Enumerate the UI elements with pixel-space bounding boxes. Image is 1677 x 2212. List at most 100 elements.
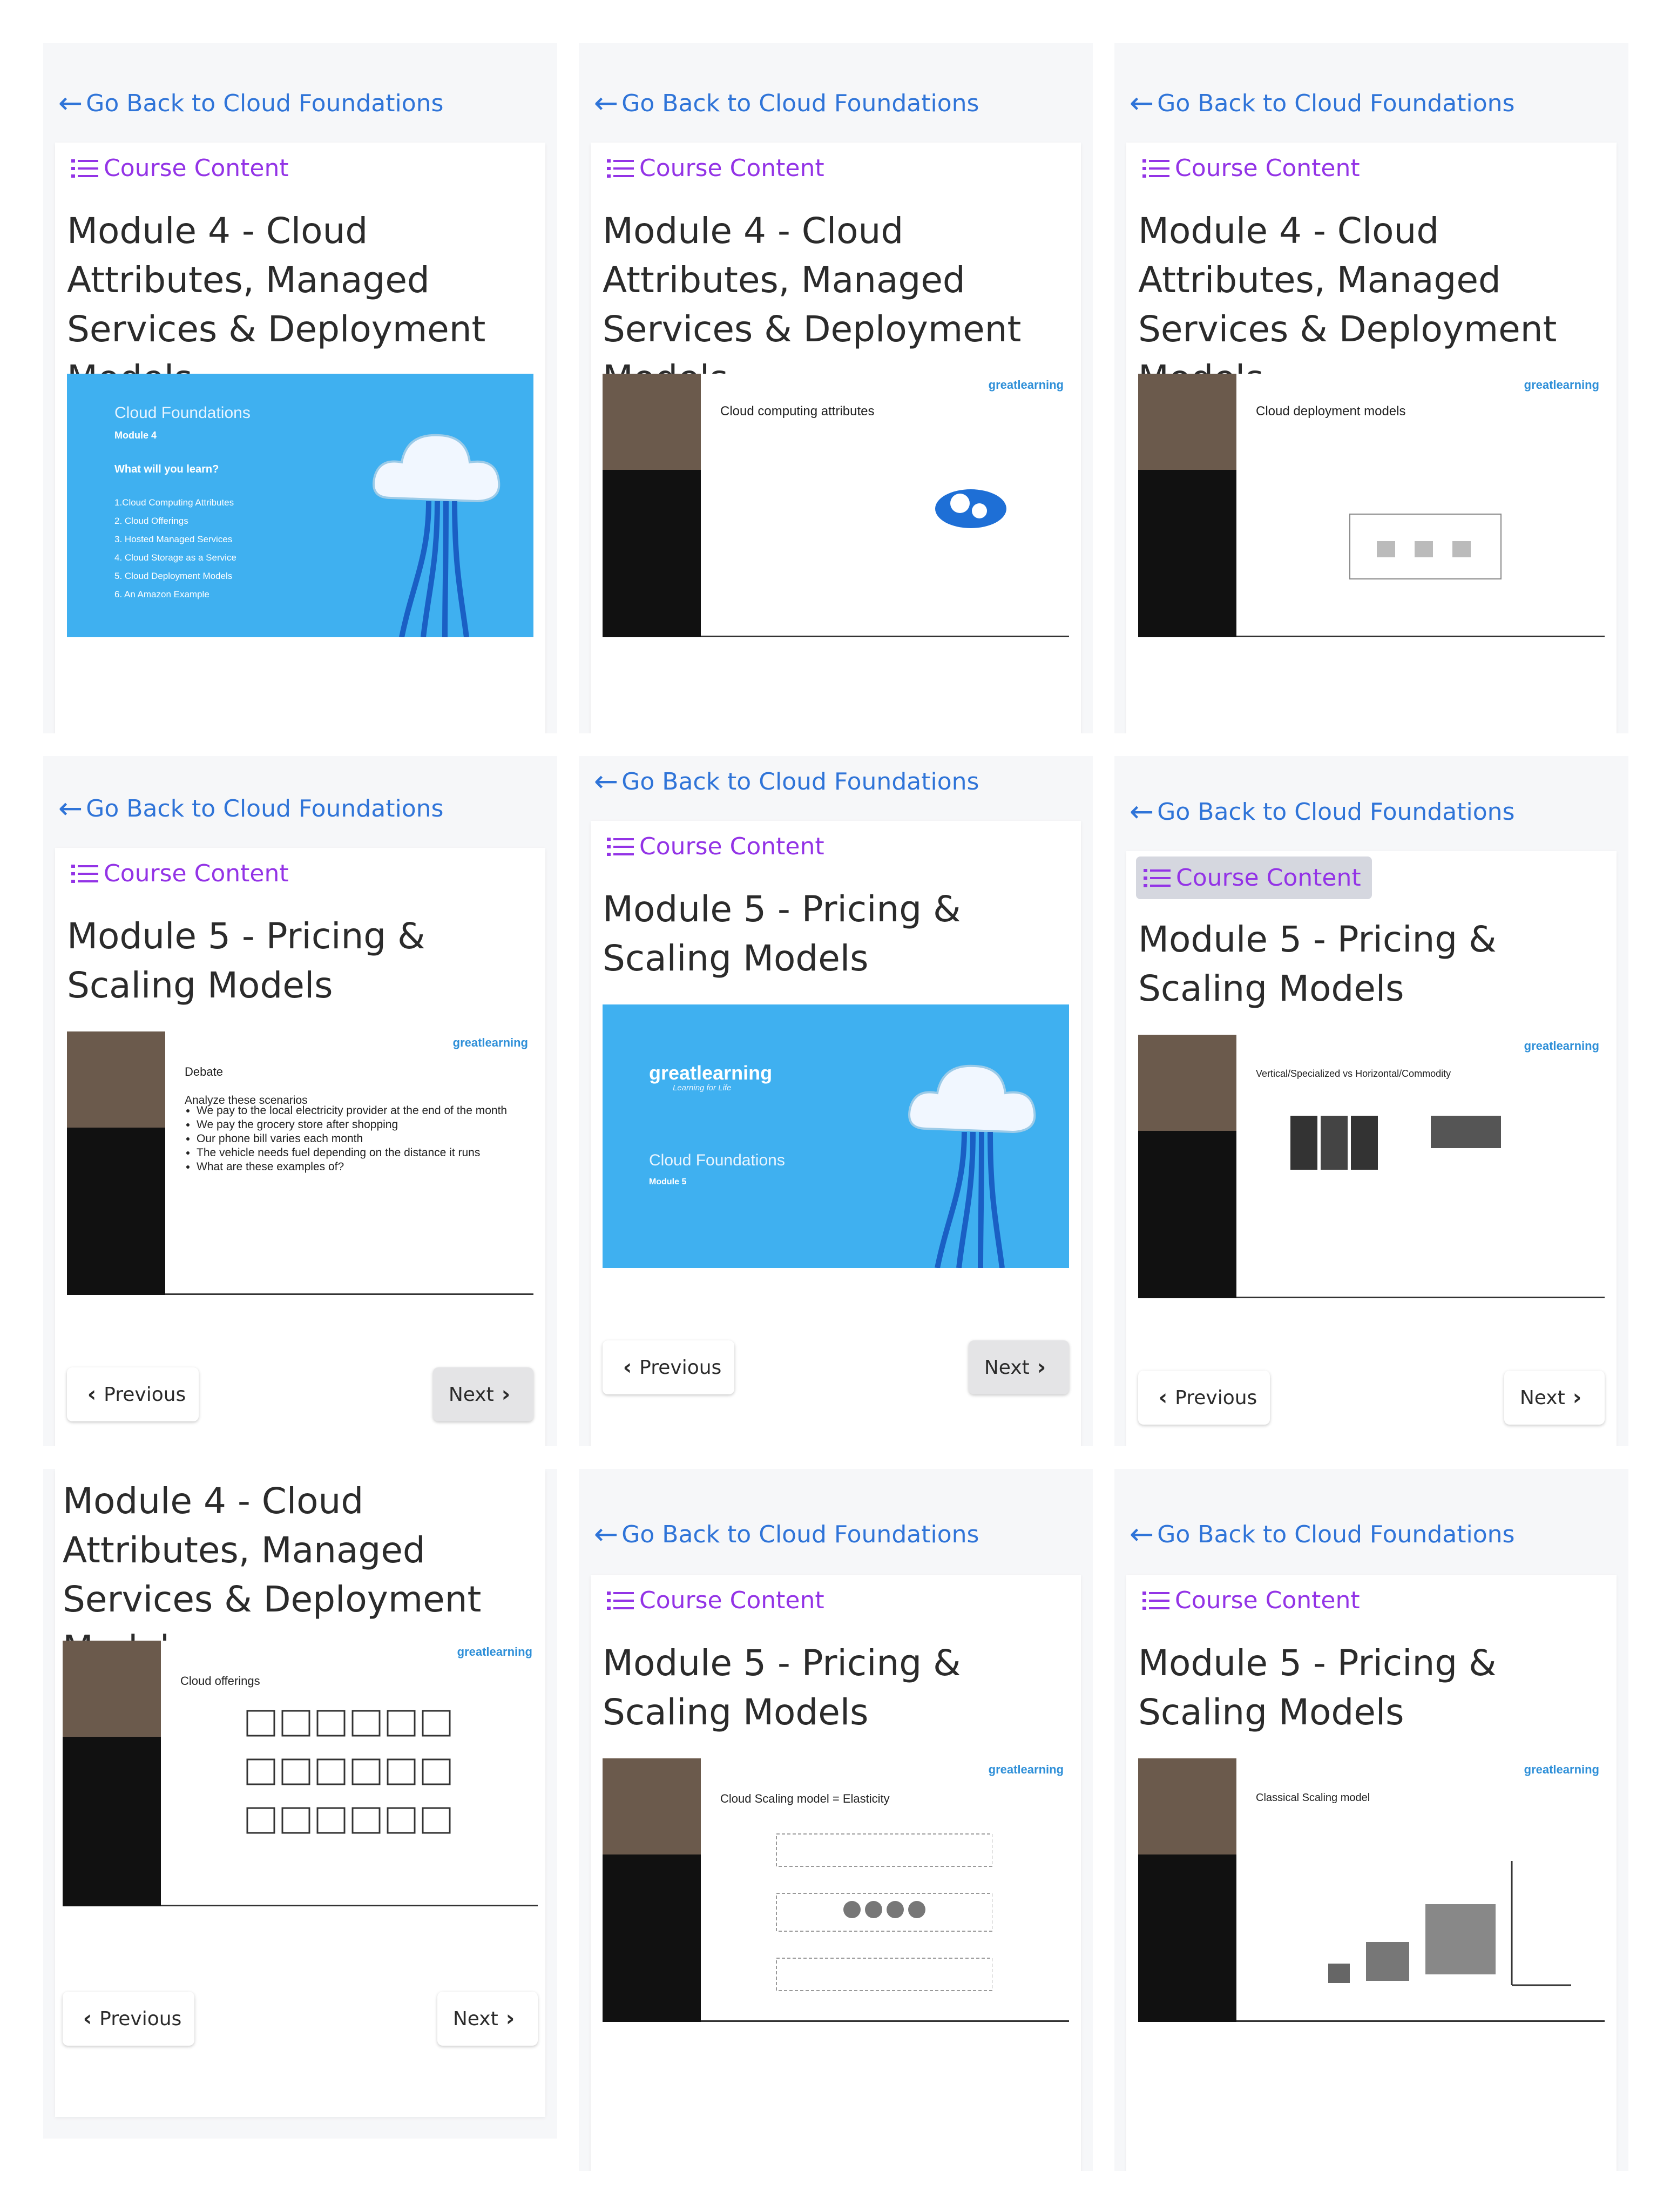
brand-logo: greatlearning <box>452 1036 528 1049</box>
panel-r1c2: ← Go Back to Cloud Foundations Course Con… <box>579 43 1093 733</box>
video-slide[interactable]: greatlearning Classical Scaling model <box>1138 1758 1605 2022</box>
previous-button[interactable]: ‹ Previous <box>63 1992 194 2046</box>
chevron-left-icon: ‹ <box>83 2006 92 2031</box>
go-back-link[interactable]: ← Go Back to Cloud Foundations <box>58 89 443 118</box>
next-button[interactable]: Next › <box>969 1340 1069 1394</box>
video-slide[interactable]: Cloud Foundations Module 4 What will you… <box>67 374 533 637</box>
video-slide[interactable]: greatlearning Learning for Life Cloud Fo… <box>603 1004 1069 1268</box>
module-title: Module 5 - Pricing & Scaling Models <box>603 1642 961 1733</box>
gears-icon <box>935 489 1006 528</box>
go-back-link[interactable]: ← Go Back to Cloud Foundations <box>594 1520 979 1549</box>
slide-body: greatlearning Cloud Scaling model = Elas… <box>701 1758 1069 2022</box>
chevron-right-icon: › <box>1037 1355 1046 1380</box>
video-slide[interactable]: greatlearning Debate Analyze these scena… <box>67 1031 533 1295</box>
course-content-button[interactable]: Course Content <box>605 1581 830 1620</box>
course-content-button[interactable]: Course Content <box>69 854 294 893</box>
course-content-button[interactable]: Course Content <box>1136 857 1372 899</box>
deployment-diagram <box>1349 514 1502 579</box>
topic-item: 6. An Amazon Example <box>114 589 209 599</box>
slide-bullets: We pay to the local electricity provider… <box>185 1104 520 1174</box>
previous-button[interactable]: ‹ Previous <box>67 1367 199 1421</box>
brand-logo: greatlearning <box>1524 1763 1599 1776</box>
brand-logo: greatlearning <box>457 1645 532 1658</box>
go-back-link[interactable]: ← Go Back to Cloud Foundations <box>1130 1520 1514 1549</box>
slide-body: greatlearning Vertical/Specialized vs Ho… <box>1236 1035 1605 1298</box>
arrow-left-icon: ← <box>594 764 619 798</box>
video-slide[interactable]: greatlearning Cloud computing attributes <box>603 374 1069 637</box>
course-card: Course Content Module 5 - Pricing & Scal… <box>55 848 545 1446</box>
go-back-link[interactable]: ← Go Back to Cloud Foundations <box>58 794 443 823</box>
arrow-left-icon: ← <box>594 1517 619 1551</box>
slide-brand: greatlearning <box>649 1062 773 1084</box>
chevron-left-icon: ‹ <box>87 1382 97 1407</box>
slide-title: Cloud offerings <box>180 1674 260 1688</box>
previous-button[interactable]: ‹ Previous <box>1138 1371 1270 1425</box>
presenter-image <box>67 1031 165 1128</box>
course-content-button[interactable]: Course Content <box>69 149 294 187</box>
course-card: Course Content Module 5 - Pricing & Scal… <box>591 1575 1081 2171</box>
module-title: Module 5 - Pricing & Scaling Models <box>1138 1642 1497 1733</box>
slide-title: Cloud Scaling model = Elasticity <box>720 1792 890 1805</box>
module-title: Module 5 - Pricing & Scaling Models <box>1138 919 1497 1009</box>
arrow-left-icon: ← <box>58 86 83 120</box>
slide-tagline: Learning for Life <box>673 1083 732 1092</box>
slide-background: greatlearning Learning for Life Cloud Fo… <box>603 1004 1069 1268</box>
scaling-cubes <box>1328 1861 1571 1986</box>
presenter-image <box>1138 374 1236 470</box>
module-title: Module 5 - Pricing & Scaling Models <box>603 888 961 979</box>
next-button[interactable]: Next › <box>437 1992 538 2046</box>
slide-title: Debate <box>185 1065 223 1078</box>
video-slide[interactable]: greatlearning Vertical/Specialized vs Ho… <box>1138 1035 1605 1298</box>
slide-body: greatlearning Cloud computing attributes <box>701 374 1069 637</box>
bullet-item: We pay the grocery store after shopping <box>197 1118 520 1132</box>
video-slide[interactable]: greatlearning Cloud Scaling model = Elas… <box>603 1758 1069 2022</box>
cloud-illustration <box>373 434 501 637</box>
next-button[interactable]: Next › <box>1504 1371 1605 1425</box>
list-icon <box>607 837 634 856</box>
go-back-link[interactable]: ← Go Back to Cloud Foundations <box>594 767 979 796</box>
go-back-link[interactable]: ← Go Back to Cloud Foundations <box>594 89 979 118</box>
next-button[interactable]: Next › <box>433 1367 533 1421</box>
presenter-image <box>63 1641 161 1737</box>
course-card: Course Content Module 5 - Pricing & Scal… <box>1126 851 1617 1446</box>
elasticity-diagram <box>776 1833 992 1991</box>
list-icon <box>607 159 634 178</box>
video-presenter <box>63 1641 161 1906</box>
chevron-left-icon: ‹ <box>623 1355 632 1380</box>
arrow-left-icon: ← <box>1130 1517 1154 1551</box>
go-back-link[interactable]: ← Go Back to Cloud Foundations <box>1130 89 1514 118</box>
course-content-button[interactable]: Course Content <box>1140 149 1365 187</box>
bullet-item: The vehicle needs fuel depending on the … <box>197 1146 520 1160</box>
slide-title: Cloud deployment models <box>1256 404 1406 419</box>
brand-logo: greatlearning <box>988 378 1064 392</box>
panel-r2c2: ← Go Back to Cloud Foundations Course Con… <box>579 756 1093 1446</box>
slide-body: greatlearning Debate Analyze these scena… <box>165 1031 533 1295</box>
chevron-right-icon: › <box>501 1382 511 1407</box>
list-icon <box>71 864 98 883</box>
video-slide[interactable]: greatlearning Cloud offerings <box>63 1641 538 1906</box>
presenter-image <box>1138 1035 1236 1131</box>
list-icon <box>1142 1591 1169 1610</box>
topic-item: 1.Cloud Computing Attributes <box>114 497 234 508</box>
slide-title: Classical Scaling model <box>1256 1792 1370 1804</box>
previous-button[interactable]: ‹ Previous <box>603 1340 734 1394</box>
topic-item: 2. Cloud Offerings <box>114 516 188 526</box>
chevron-left-icon: ‹ <box>1158 1385 1168 1410</box>
bullet-item: What are these examples of? <box>197 1160 520 1174</box>
course-content-button[interactable]: Course Content <box>605 827 830 866</box>
panel-r1c1: ← Go Back to Cloud Foundations Course Con… <box>43 43 557 733</box>
chevron-right-icon: › <box>1572 1385 1582 1410</box>
topic-item: 5. Cloud Deployment Models <box>114 571 233 581</box>
go-back-link[interactable]: ← Go Back to Cloud Foundations <box>1130 797 1514 826</box>
course-content-button[interactable]: Course Content <box>605 149 830 187</box>
arrow-left-icon: ← <box>1130 86 1154 120</box>
list-icon <box>71 159 98 178</box>
video-slide[interactable]: greatlearning Cloud deployment models <box>1138 374 1605 637</box>
list-icon <box>607 1591 634 1610</box>
bullet-item: Our phone bill varies each month <box>197 1132 520 1146</box>
course-content-button[interactable]: Course Content <box>1140 1581 1365 1620</box>
slide-body: greatlearning Cloud offerings <box>161 1641 538 1906</box>
slide-body: greatlearning Cloud deployment models <box>1236 374 1605 637</box>
brand-logo: greatlearning <box>1524 378 1599 392</box>
panel-r3c3: ← Go Back to Cloud Foundations Course Con… <box>1114 1469 1628 2171</box>
